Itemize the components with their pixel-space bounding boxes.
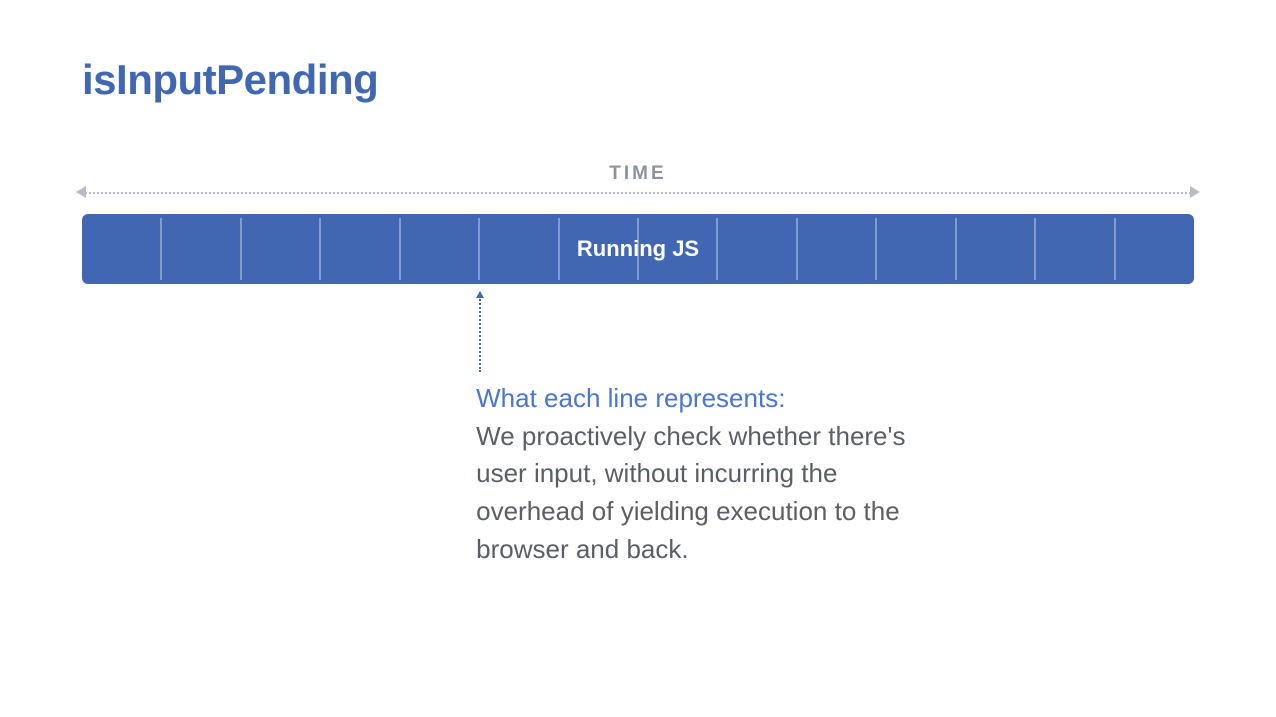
bar-tick <box>955 218 957 280</box>
bar-tick <box>875 218 877 280</box>
annotation-body: We proactively check whether there's use… <box>476 421 905 564</box>
page-title: isInputPending <box>82 56 378 104</box>
annotation-block: What each line represents: We proactivel… <box>476 380 906 568</box>
running-js-bar: Running JS <box>82 214 1194 284</box>
slide: isInputPending TIME Running JS What each… <box>0 0 1276 717</box>
callout-pointer <box>479 292 481 372</box>
arrow-right-icon <box>1190 186 1200 198</box>
bar-tick <box>637 218 639 280</box>
bar-tick <box>160 218 162 280</box>
annotation-lead: What each line represents: <box>476 383 785 413</box>
bar-tick <box>1034 218 1036 280</box>
axis-label-time: TIME <box>0 163 1276 185</box>
bar-tick <box>319 218 321 280</box>
bar-tick <box>478 218 480 280</box>
bar-tick <box>716 218 718 280</box>
bar-tick <box>558 218 560 280</box>
bar-tick <box>1114 218 1116 280</box>
bar-tick <box>796 218 798 280</box>
bar-tick <box>240 218 242 280</box>
time-axis <box>82 192 1194 194</box>
arrow-left-icon <box>76 186 86 198</box>
bar-tick <box>399 218 401 280</box>
